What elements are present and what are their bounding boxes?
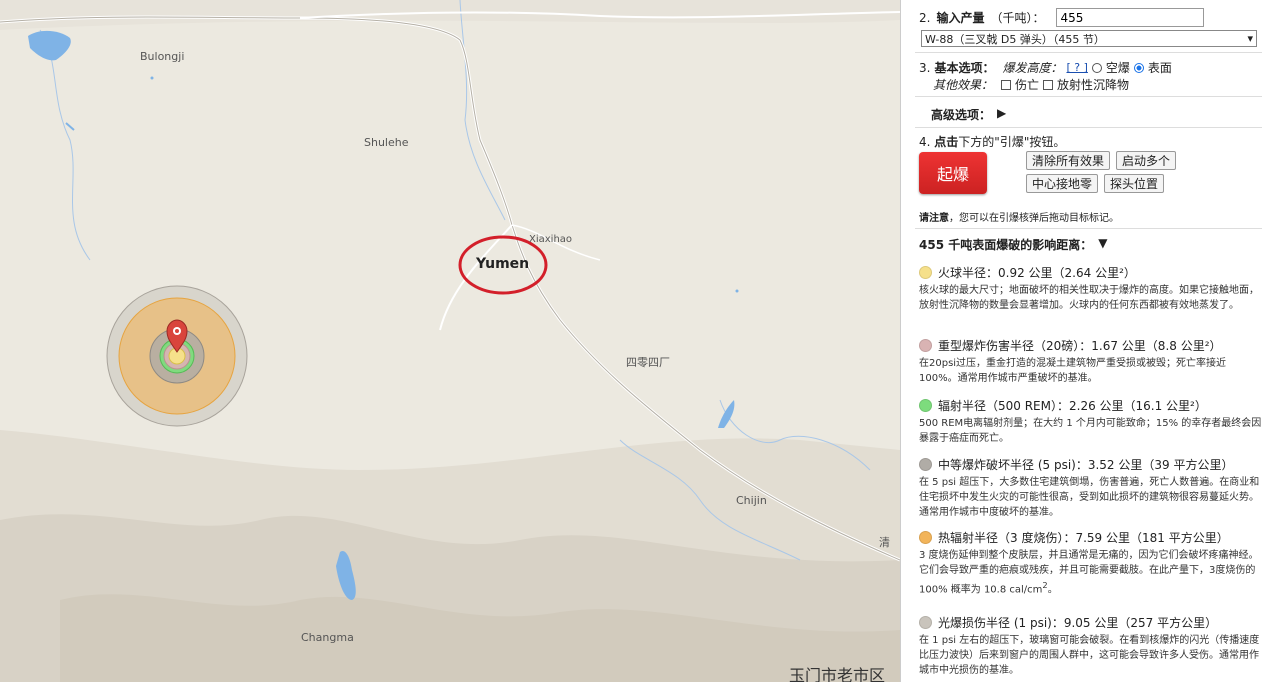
map-label-yumen-old: 玉门市老市区 xyxy=(789,666,886,682)
step3-label: 基本选项： xyxy=(934,61,995,75)
map-label-changma: Changma xyxy=(301,631,354,644)
surface-label: 表面 xyxy=(1147,61,1172,75)
other-effects-label: 其他效果： xyxy=(933,78,994,92)
advanced-options-toggle[interactable]: 高级选项： ▶ xyxy=(931,106,1006,123)
preset-selected-value: W-88（三叉戟 D5 弹头）（455 节） xyxy=(925,32,1105,46)
effect-moderate-blast: 中等爆炸破坏半径 (5 psi)：3.52 公里（39 平方公里） 在 5 ps… xyxy=(901,456,1269,520)
effect-title: 热辐射半径（3 度烧伤）：7.59 公里（181 平方公里） xyxy=(938,531,1229,545)
effect-description: 500 REM电离辐射剂量；在大约 1 个月内可能致命；15% 的幸存者最终会因… xyxy=(919,418,1262,444)
map-label-shulehe: Shulehe xyxy=(364,136,409,149)
yield-row: 2. 输入产量 （千吨）： xyxy=(919,8,1205,27)
lake-north xyxy=(28,30,71,61)
lake-east xyxy=(718,400,735,428)
probe-location-button[interactable]: 探头位置 xyxy=(1104,174,1165,193)
radiation-swatch-icon xyxy=(919,399,932,412)
effect-description: 在20psi过压，重金打造的混凝土建筑物严重受损或被毁；死亡率接近100%。通常… xyxy=(919,358,1227,384)
preset-select[interactable]: W-88（三叉戟 D5 弹头）（455 节） ▾ xyxy=(921,30,1257,47)
thermal-desc-tail: 。 xyxy=(1047,584,1058,596)
effect-heavy-blast: 重型爆炸伤害半径（20磅）：1.67 公里（8.8 公里²） 在20psi过压，… xyxy=(901,337,1269,386)
map-label-xiaxihao: Xiaxihao xyxy=(529,234,573,245)
expand-arrow-icon: ▶ xyxy=(997,106,1007,120)
step3-number: 3. xyxy=(919,60,931,75)
control-panel: 2. 输入产量 （千吨）： W-88（三叉戟 D5 弹头）（455 节） ▾ 3… xyxy=(900,0,1269,682)
step2-number: 2. xyxy=(919,10,931,25)
airburst-label: 空爆 xyxy=(1105,61,1130,75)
effect-title: 火球半径：0.92 公里（2.64 公里²） xyxy=(938,266,1136,280)
map-terrain xyxy=(0,0,900,682)
note-bold: 请注意 xyxy=(919,213,949,224)
clear-effects-button[interactable]: 清除所有效果 xyxy=(1026,151,1111,170)
effect-radiation: 辐射半径（500 REM）：2.26 公里（16.1 公里²） 500 REM电… xyxy=(901,397,1269,446)
note-text: ，您可以在引爆核弹后拖动目标标记。 xyxy=(949,213,1119,224)
launch-multiple-button[interactable]: 启动多个 xyxy=(1116,151,1177,170)
step4-bold: 点击 xyxy=(934,135,959,149)
effect-description: 在 1 psi 左右的超压下，玻璃窗可能会破裂。在看到核爆炸的闪光（传播速度比压… xyxy=(919,635,1260,676)
airburst-radio[interactable] xyxy=(1091,62,1102,73)
fallout-checkbox[interactable] xyxy=(1043,79,1054,90)
effect-title: 光爆损伤半径 (1 psi)：9.05 公里（257 平方公里） xyxy=(938,616,1218,630)
results-header[interactable]: 455 千吨表面爆破的影响距离： ▼ xyxy=(919,236,1107,253)
map-label-chijin: Chijin xyxy=(736,494,767,507)
divider xyxy=(915,228,1262,229)
collapse-arrow-icon: ▼ xyxy=(1098,236,1108,250)
casualties-label: 伤亡 xyxy=(1015,78,1040,92)
moderate-blast-swatch-icon xyxy=(919,458,932,471)
step4-instruction: 4. 点击下方的"引爆"按钮。 xyxy=(919,133,1065,150)
drag-note: 请注意，您可以在引爆核弹后拖动目标标记。 xyxy=(919,209,1119,224)
step2-label: 输入产量 xyxy=(936,11,985,25)
effect-fireball: 火球半径：0.92 公里（2.64 公里²） 核火球的最大尺寸；地面破坏的相关性… xyxy=(901,264,1269,313)
effect-title: 中等爆炸破坏半径 (5 psi)：3.52 公里（39 平方公里） xyxy=(938,458,1234,472)
surface-radio[interactable] xyxy=(1133,62,1144,73)
step4-text: 下方的"引爆"按钮。 xyxy=(958,135,1066,149)
step2-unit: （千吨）： xyxy=(990,11,1045,25)
divider xyxy=(915,127,1262,128)
fallout-label: 放射性沉降物 xyxy=(1057,78,1130,92)
burst-options-row: 3. 基本选项： 爆发高度： [ ? ] 空爆 表面 xyxy=(919,59,1172,76)
map-label-sisiling: 四零四厂 xyxy=(626,356,670,369)
divider xyxy=(915,52,1262,53)
center-ground-zero-button[interactable]: 中心接地零 xyxy=(1026,174,1099,193)
app-root: Bulongji Shulehe Xiaxihao Yumen 四零四厂 Chi… xyxy=(0,0,1269,682)
map-label-qing: 清 xyxy=(879,536,890,549)
blast-rings xyxy=(106,285,248,427)
effect-description: 在 5 psi 超压下，大多数住宅建筑倒塌，伤害普遍，死亡人数普遍。在商业和住宅… xyxy=(919,477,1260,518)
effect-title: 辐射半径（500 REM）：2.26 公里（16.1 公里²） xyxy=(938,399,1207,413)
thermal-swatch-icon xyxy=(919,531,932,544)
effect-description: 3 度烧伤延伸到整个皮肤层，并且通常是无痛的，因为它们会破坏疼痛神经。它们会导致… xyxy=(919,548,1262,597)
advanced-options-label: 高级选项： xyxy=(931,108,992,122)
map-label-yumen: Yumen xyxy=(476,256,530,272)
chevron-down-icon: ▾ xyxy=(1247,32,1253,45)
map-view[interactable]: Bulongji Shulehe Xiaxihao Yumen 四零四厂 Chi… xyxy=(0,0,900,682)
other-effects-row: 其他效果： 伤亡 放射性沉降物 xyxy=(933,76,1129,93)
divider xyxy=(915,96,1262,97)
step4-number: 4. xyxy=(919,135,931,149)
burst-height-label: 爆发高度： xyxy=(1002,61,1063,75)
fireball-swatch-icon xyxy=(919,266,932,279)
effect-light-blast: 光爆损伤半径 (1 psi)：9.05 公里（257 平方公里） 在 1 psi… xyxy=(901,614,1269,678)
detonate-button[interactable]: 起爆 xyxy=(919,152,987,194)
heavy-blast-swatch-icon xyxy=(919,339,932,352)
casualties-checkbox[interactable] xyxy=(1001,79,1012,90)
thermal-desc-text: 3 度烧伤延伸到整个皮肤层，并且通常是无痛的，因为它们会破坏疼痛神经。它们会导致… xyxy=(919,550,1259,596)
light-blast-swatch-icon xyxy=(919,616,932,629)
yield-input[interactable] xyxy=(1056,8,1205,27)
help-link[interactable]: [ ? ] xyxy=(1066,61,1087,74)
results-title: 455 千吨表面爆破的影响距离： xyxy=(919,238,1093,252)
map-label-bulongji: Bulongji xyxy=(140,50,185,63)
effect-description: 核火球的最大尺寸；地面破坏的相关性取决于爆炸的高度。如果它接触地面，放射性沉降物… xyxy=(919,285,1259,311)
effect-title: 重型爆炸伤害半径（20磅）：1.67 公里（8.8 公里²） xyxy=(938,339,1222,353)
effect-thermal: 热辐射半径（3 度烧伤）：7.59 公里（181 平方公里） 3 度烧伤延伸到整… xyxy=(901,529,1269,597)
